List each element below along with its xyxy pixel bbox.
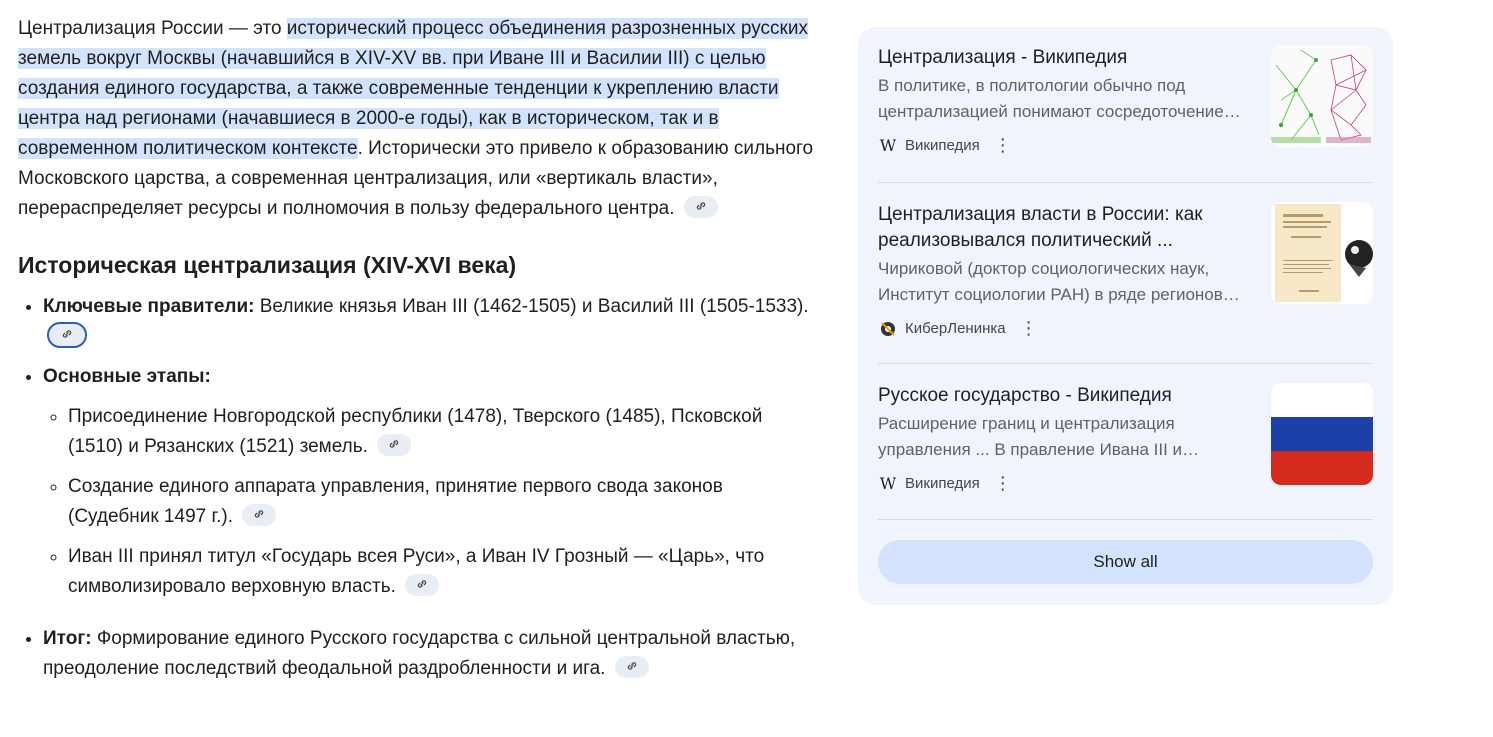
citation-link-button-focused[interactable] bbox=[47, 321, 87, 348]
source-meta: КиберЛенинка ⋮ bbox=[878, 318, 1373, 339]
list-item: Создание единого аппарата управления, пр… bbox=[68, 472, 818, 532]
list-item: Присоединение Новгородской республики (1… bbox=[68, 402, 818, 462]
list-item-stages: Основные этапы: Присоединение Новгородск… bbox=[43, 362, 818, 602]
source-card-2[interactable]: Централизация власти в России: как реали… bbox=[878, 202, 1373, 339]
intro-prefix: Централизация России — это bbox=[18, 18, 287, 39]
source-name: КиберЛенинка bbox=[905, 320, 1006, 337]
source-thumbnail bbox=[1271, 202, 1373, 304]
more-options-icon[interactable]: ⋮ bbox=[994, 473, 1012, 494]
sources-panel: Централизация - Википедия В политике, в … bbox=[858, 27, 1393, 605]
source-snippet-line: В политике, в политологии обычно под bbox=[878, 76, 1186, 95]
result-label: Итог: bbox=[43, 628, 92, 649]
citation-link-button[interactable] bbox=[377, 433, 412, 456]
citation-link-button[interactable] bbox=[242, 503, 277, 526]
source-title[interactable]: Русское государство - Википедия bbox=[878, 383, 1248, 409]
more-options-icon[interactable]: ⋮ bbox=[994, 135, 1012, 156]
network-diagram-image bbox=[1271, 49, 1371, 143]
source-card-1[interactable]: Централизация - Википедия В политике, в … bbox=[878, 45, 1373, 156]
source-thumbnail bbox=[1271, 45, 1373, 147]
stages-label: Основные этапы: bbox=[43, 366, 211, 387]
result-text: Формирование единого Русского государств… bbox=[43, 628, 796, 679]
flag-stripe-blue bbox=[1271, 417, 1373, 451]
journal-page-image bbox=[1275, 204, 1373, 302]
list-item-rulers: Ключевые правители: Великие князья Иван … bbox=[43, 292, 818, 352]
flag-stripe-white bbox=[1271, 383, 1373, 417]
bullet-list: Ключевые правители: Великие князья Иван … bbox=[18, 292, 818, 684]
link-icon bbox=[389, 440, 399, 448]
link-icon bbox=[696, 202, 706, 210]
show-all-button[interactable]: Show all bbox=[878, 540, 1373, 584]
source-title[interactable]: Централизация - Википедия bbox=[878, 45, 1248, 71]
source-name: Википедия bbox=[905, 137, 980, 154]
link-icon bbox=[627, 662, 636, 670]
rulers-label: Ключевые правители: bbox=[43, 296, 255, 317]
link-icon bbox=[417, 580, 427, 588]
citation-link-button[interactable] bbox=[614, 655, 649, 678]
divider bbox=[878, 363, 1373, 364]
source-snippet-line: управления ... В правление Ивана III и… bbox=[878, 440, 1200, 459]
wikipedia-icon: W bbox=[879, 136, 897, 155]
divider bbox=[878, 182, 1373, 183]
source-name: Википедия bbox=[905, 475, 980, 492]
russian-flag-thumbnail bbox=[1271, 383, 1373, 485]
section-heading: Историческая централизация (XIV-XVI века… bbox=[18, 252, 517, 278]
list-item-result: Итог: Формирование единого Русского госу… bbox=[43, 624, 818, 684]
wikipedia-icon: W bbox=[879, 474, 897, 493]
citation-link-button[interactable] bbox=[683, 195, 718, 218]
source-snippet-line: Институт социологии РАН) в ряде регионов… bbox=[878, 285, 1240, 304]
source-card-3[interactable]: Русское государство - Википедия Расширен… bbox=[878, 383, 1373, 494]
rulers-text: Великие князья Иван III (1462-1505) и Ва… bbox=[254, 296, 809, 317]
flag-stripe-red bbox=[1271, 451, 1373, 485]
stages-sublist: Присоединение Новгородской республики (1… bbox=[43, 402, 818, 602]
source-title[interactable]: Централизация власти в России: как реали… bbox=[878, 202, 1248, 254]
list-item: Иван III принял титул «Государь всея Рус… bbox=[68, 542, 818, 602]
intro-paragraph: Централизация России — это исторический … bbox=[18, 14, 818, 224]
source-snippet-line: Чириковой (доктор социологических наук, bbox=[878, 259, 1210, 278]
link-icon bbox=[62, 330, 72, 338]
citation-link-button[interactable] bbox=[405, 573, 440, 596]
link-icon bbox=[255, 510, 264, 518]
divider bbox=[878, 519, 1373, 520]
source-snippet-line: Расширение границ и централизация bbox=[878, 414, 1175, 433]
source-snippet-line: централизацией понимают сосредоточение… bbox=[878, 102, 1241, 121]
more-options-icon[interactable]: ⋮ bbox=[1020, 318, 1038, 339]
answer-content: Централизация России — это исторический … bbox=[18, 14, 818, 694]
cyberleninka-icon bbox=[878, 319, 898, 339]
